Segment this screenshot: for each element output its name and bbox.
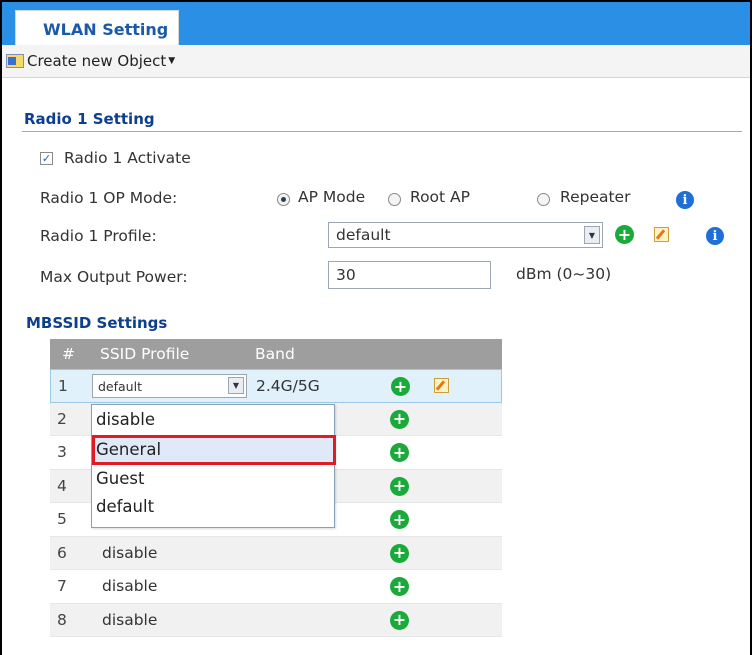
dropdown-option-guest[interactable]: Guest <box>96 469 144 488</box>
row-number: 4 <box>57 476 67 495</box>
add-icon[interactable]: + <box>390 543 409 563</box>
chevron-down-icon[interactable]: ▼ <box>584 226 600 244</box>
section-title-radio: Radio 1 Setting <box>24 110 155 128</box>
table-row[interactable]: 8 disable + <box>50 603 502 637</box>
radio-activate-checkbox[interactable]: ✓ <box>40 152 53 165</box>
add-icon[interactable]: + <box>390 443 409 462</box>
op-mode-label: Radio 1 OP Mode: <box>40 189 178 207</box>
ssid-profile-value: disable <box>102 610 158 629</box>
ssid-profile-select[interactable]: default ▼ <box>92 374 247 398</box>
add-profile-icon[interactable]: + <box>615 225 634 244</box>
info-icon[interactable]: i <box>706 227 724 245</box>
table-row[interactable]: 1 default ▼ 2.4G/5G + <box>50 369 502 403</box>
radio-activate-label: Radio 1 Activate <box>64 149 191 167</box>
op-mode-root-label: Root AP <box>410 188 470 206</box>
column-header-ssid-profile: SSID Profile <box>100 345 190 363</box>
chevron-down-icon[interactable]: ▼ <box>228 377 244 394</box>
column-header-band: Band <box>255 345 295 363</box>
add-icon[interactable]: + <box>390 476 409 496</box>
table-row[interactable]: 7 disable + <box>50 570 502 604</box>
row-number: 6 <box>57 543 67 562</box>
dropdown-option-default[interactable]: default <box>96 497 154 516</box>
create-new-object-button[interactable]: Create new Object <box>27 52 166 70</box>
add-icon[interactable]: + <box>390 510 409 529</box>
op-mode-repeater-label: Repeater <box>560 188 631 206</box>
band-value: 2.4G/5G <box>256 377 320 395</box>
column-header-number: # <box>62 345 75 363</box>
row-number: 2 <box>57 409 67 428</box>
radio-repeater[interactable] <box>537 193 550 206</box>
radio-root-ap[interactable] <box>388 193 401 206</box>
object-icon <box>6 54 24 68</box>
profile-label: Radio 1 Profile: <box>40 227 157 245</box>
profile-select[interactable]: default ▼ <box>328 222 603 248</box>
info-icon[interactable]: i <box>676 191 694 209</box>
row-number: 3 <box>57 443 67 461</box>
add-icon[interactable]: + <box>390 409 409 429</box>
ssid-profile-value: disable <box>102 577 158 595</box>
dropdown-option-disable[interactable]: disable <box>96 410 155 429</box>
table-row[interactable]: 6 disable + <box>50 536 502 570</box>
toolbar: Create new Object ▼ <box>2 45 750 78</box>
edit-profile-icon[interactable] <box>654 227 669 242</box>
row-number: 8 <box>57 610 67 629</box>
add-icon[interactable]: + <box>391 377 410 396</box>
section-divider <box>22 131 742 132</box>
profile-select-value: default <box>336 226 391 244</box>
add-icon[interactable]: + <box>390 577 409 596</box>
power-input[interactable]: 30 <box>328 261 491 289</box>
power-label: Max Output Power: <box>40 268 188 286</box>
section-title-mbssid: MBSSID Settings <box>26 314 168 332</box>
radio-ap-mode[interactable] <box>277 193 290 206</box>
row-number: 7 <box>57 577 67 595</box>
add-icon[interactable]: + <box>390 610 409 630</box>
row-number: 5 <box>57 510 67 528</box>
ssid-profile-dropdown-list: disable General Guest default <box>91 404 336 528</box>
dropdown-option-general[interactable]: General <box>96 440 161 459</box>
tab-bar: WLAN Setting <box>2 2 750 47</box>
table-header: # SSID Profile Band <box>50 339 502 369</box>
tab-wlan-setting[interactable]: WLAN Setting <box>15 10 179 47</box>
caret-down-icon[interactable]: ▼ <box>168 56 175 66</box>
power-unit-label: dBm (0~30) <box>516 265 612 283</box>
edit-icon[interactable] <box>434 378 449 393</box>
op-mode-ap-label: AP Mode <box>298 188 366 206</box>
ssid-profile-value: default <box>98 378 142 394</box>
ssid-profile-value: disable <box>102 543 158 562</box>
row-number: 1 <box>58 377 68 395</box>
